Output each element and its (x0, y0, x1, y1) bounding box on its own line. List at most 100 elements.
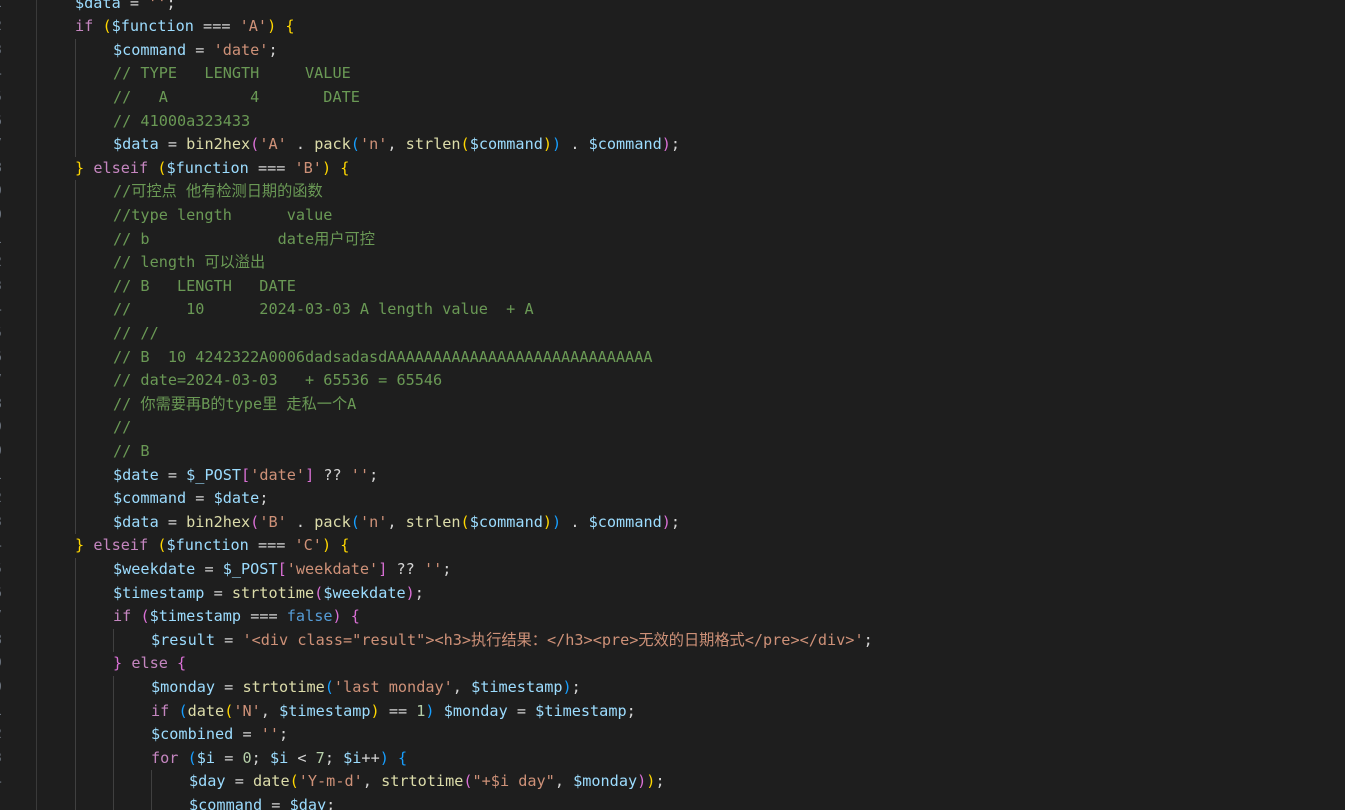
code-token: ; (442, 559, 452, 578)
code-line[interactable]: $day = date('Y-m-d', strtotime("+$i day"… (189, 770, 665, 794)
code-token: strtotime (242, 677, 325, 696)
code-token: // 你需要再B的type里 走私一个A (113, 394, 357, 413)
code-editor[interactable]: 1234567890123456789012345678901234 $data… (0, 0, 1345, 810)
code-token: ?? (387, 559, 424, 578)
code-line[interactable]: $date = $_POST['date'] ?? ''; (113, 464, 378, 488)
code-token: bin2hex (186, 135, 251, 154)
code-token: ( (314, 583, 324, 602)
code-token: , (452, 677, 472, 696)
code-token: ( (140, 607, 150, 626)
code-line[interactable]: for ($i = 0; $i < 7; $i++) { (151, 747, 407, 771)
code-token: ) (332, 607, 342, 626)
code-line[interactable]: $command = 'date'; (113, 39, 278, 63)
code-line[interactable]: $command = $date; (113, 487, 268, 511)
code-token: ; (166, 0, 176, 12)
line-number: 4 (0, 62, 2, 86)
code-token: 'B' (294, 158, 322, 177)
code-token: [ (277, 559, 287, 578)
code-line[interactable]: $command = $day; (189, 794, 335, 810)
code-line[interactable]: if ($function === 'A') { (75, 15, 295, 39)
indent-guide (75, 180, 76, 535)
code-token: // A 4 DATE (113, 87, 360, 106)
code-line[interactable]: } elseif ($function === 'C') { (75, 534, 349, 558)
code-line[interactable]: $timestamp = strtotime($weekdate); (113, 582, 424, 606)
code-token: = (215, 677, 243, 696)
code-token: = (158, 512, 187, 531)
code-line[interactable]: // (113, 416, 131, 440)
code-token: ; (626, 701, 636, 720)
line-number: 6 (0, 110, 2, 134)
code-token: = (120, 0, 149, 12)
code-token: // date=2024-03-03 + 65536 = 65546 (113, 371, 443, 390)
code-token: 'C' (294, 536, 322, 555)
code-line[interactable]: if ($timestamp === false) { (113, 605, 360, 629)
code-line[interactable]: //type length value (113, 204, 332, 228)
code-line[interactable]: // // (113, 322, 159, 346)
code-line[interactable]: $result = '<div class="result"><h3>执行结果：… (151, 629, 873, 653)
code-line[interactable]: } else { (113, 652, 186, 676)
code-line[interactable]: // A 4 DATE (113, 86, 360, 110)
code-token: ; (279, 725, 289, 744)
code-line[interactable]: $data = ''; (75, 0, 176, 15)
code-line[interactable]: // B 10 4242322A0006dadsadasdAAAAAAAAAAA… (113, 346, 652, 370)
code-line[interactable]: $monday = strtotime('last monday', $time… (151, 676, 581, 700)
code-line[interactable]: $data = bin2hex('B' . pack('n', strlen($… (113, 511, 680, 535)
code-line[interactable]: $data = bin2hex('A' . pack('n', strlen($… (113, 133, 680, 157)
code-token: //可控点 他有检测日期的函数 (113, 182, 323, 201)
code-token: $timestamp (113, 583, 205, 602)
code-token: ; (655, 772, 665, 791)
code-token: ) (321, 536, 332, 555)
code-line[interactable]: } elseif ($function === 'B') { (75, 157, 349, 181)
code-token: ; (326, 795, 336, 810)
code-line[interactable]: // b date用户可控 (113, 228, 375, 252)
code-line[interactable]: // B (113, 440, 150, 464)
code-token: ?? (314, 465, 351, 484)
code-token: ) (321, 158, 332, 177)
code-token: === (248, 158, 295, 177)
code-line[interactable]: $weekdate = $_POST['weekdate'] ?? ''; (113, 558, 451, 582)
code-token: 'A' (239, 17, 268, 36)
line-number: 9 (0, 416, 2, 440)
code-token: "+$i day" (472, 772, 555, 791)
code-line[interactable]: // TYPE LENGTH VALUE (113, 62, 351, 86)
code-token: '' (148, 0, 167, 12)
code-token: pack (314, 512, 351, 531)
code-token: ; (670, 135, 681, 154)
code-line[interactable]: // 41000a323433 (113, 110, 250, 134)
line-number: 5 (0, 86, 2, 110)
line-number: 2 (0, 487, 2, 511)
code-token: ) (379, 748, 389, 767)
code-token: ; (571, 677, 581, 696)
code-line[interactable]: // date=2024-03-03 + 65536 = 65546 (113, 369, 442, 393)
code-token: ( (250, 135, 260, 154)
code-token: $i (196, 748, 216, 767)
line-number: 0 (0, 440, 2, 464)
line-number: 3 (0, 275, 2, 299)
code-token: { (285, 17, 295, 36)
code-line[interactable]: // B LENGTH DATE (113, 275, 296, 299)
code-token: ; (863, 630, 873, 649)
code-token: ; (268, 40, 278, 59)
code-token: // B LENGTH DATE (113, 276, 296, 295)
code-line[interactable]: $combined = ''; (151, 723, 288, 747)
code-line[interactable]: if (date('N', $timestamp) == 1) $monday … (151, 700, 636, 724)
code-token: ) (637, 772, 647, 791)
code-line[interactable]: // length 可以溢出 (113, 251, 265, 275)
code-token: 'n' (359, 512, 388, 531)
code-line[interactable]: // 你需要再B的type里 走私一个A (113, 393, 356, 417)
line-number: 6 (0, 582, 2, 606)
code-line[interactable]: //可控点 他有检测日期的函数 (113, 180, 323, 204)
line-number: 2 (0, 251, 2, 275)
code-token: $day (289, 795, 327, 810)
code-token: elseif (93, 158, 149, 177)
code-token: $command (588, 512, 662, 531)
code-token: == (379, 701, 417, 720)
code-token: ; (670, 512, 681, 531)
code-token: ( (250, 512, 260, 531)
code-line[interactable]: // 10 2024-03-03 A length value + A (113, 298, 534, 322)
code-token: // // (113, 323, 159, 342)
